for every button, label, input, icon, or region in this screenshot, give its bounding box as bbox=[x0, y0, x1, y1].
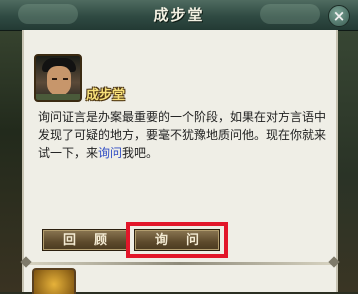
dialog-text-tail: 我吧。 bbox=[122, 146, 159, 160]
inquire-link[interactable]: 询问 bbox=[98, 146, 122, 160]
highlight-box bbox=[126, 222, 228, 258]
character-portrait bbox=[34, 54, 82, 102]
dialog-title: 成步堂 bbox=[153, 6, 205, 24]
dialog-text: 询问证言是办案最重要的一个阶段，如果在对方言语中发现了可疑的地方，要毫不犹豫地质… bbox=[38, 108, 328, 162]
review-button[interactable]: 回顾 bbox=[42, 229, 128, 251]
divider bbox=[24, 262, 336, 265]
dialog-text-body: 询问证言是办案最重要的一个阶段，如果在对方言语中发现了可疑的地方，要毫不犹豫地质… bbox=[38, 110, 327, 160]
speaker-name: 成步堂 bbox=[86, 88, 126, 103]
dialog-titlebar: 成步堂 × bbox=[0, 0, 358, 31]
background-scene-right bbox=[338, 0, 358, 292]
dialog-panel: 成步堂 询问证言是办案最重要的一个阶段，如果在对方言语中发现了可疑的地方，要毫不… bbox=[20, 30, 340, 294]
background-scene-left bbox=[0, 0, 22, 292]
divider-end-left bbox=[20, 256, 32, 268]
item-icon[interactable] bbox=[32, 268, 76, 294]
divider-end-right bbox=[328, 256, 340, 268]
close-icon[interactable]: × bbox=[328, 5, 350, 27]
